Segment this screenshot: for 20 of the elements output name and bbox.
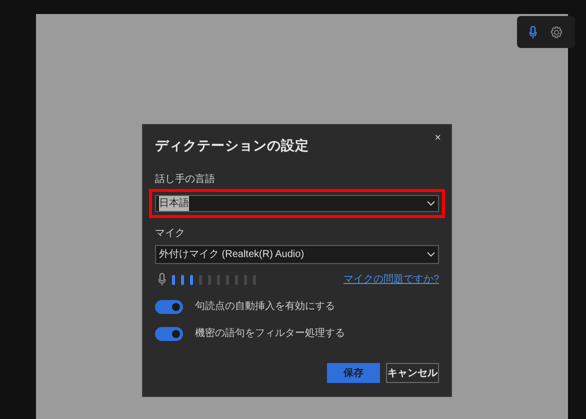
microphone-icon[interactable] <box>529 26 538 38</box>
help-link[interactable]: マイクの問題ですか? <box>343 272 439 288</box>
dropdown-value: 日本語 <box>159 196 189 212</box>
chevron-down-icon <box>427 201 435 206</box>
dialog-title: ディクテーションの設定 <box>155 137 309 155</box>
field-label: マイク <box>155 227 186 242</box>
toggle-label: 句読点の自動挿入を有効にする <box>195 300 335 314</box>
toggle-label: 機密の語句をフィルター処理する <box>195 326 345 342</box>
close-button[interactable]: × <box>434 133 441 144</box>
language-dropdown[interactable]: 日本語 <box>155 195 439 212</box>
microphone-level-icon <box>158 273 166 286</box>
settings-icon[interactable] <box>550 26 563 38</box>
field-label: 話し手の言語 <box>155 172 216 188</box>
save-button[interactable]: 保存 <box>327 363 380 384</box>
cancel-button[interactable]: キャンセル <box>386 363 439 384</box>
dropdown-value: 外付けマイク (Realtek(R) Audio) <box>159 248 304 262</box>
toggle-switch[interactable] <box>155 326 183 341</box>
chevron-down-icon <box>427 252 435 258</box>
toggle-switch[interactable] <box>155 300 183 314</box>
microphone-dropdown[interactable]: 外付けマイク (Realtek(R) Audio) <box>155 245 439 264</box>
